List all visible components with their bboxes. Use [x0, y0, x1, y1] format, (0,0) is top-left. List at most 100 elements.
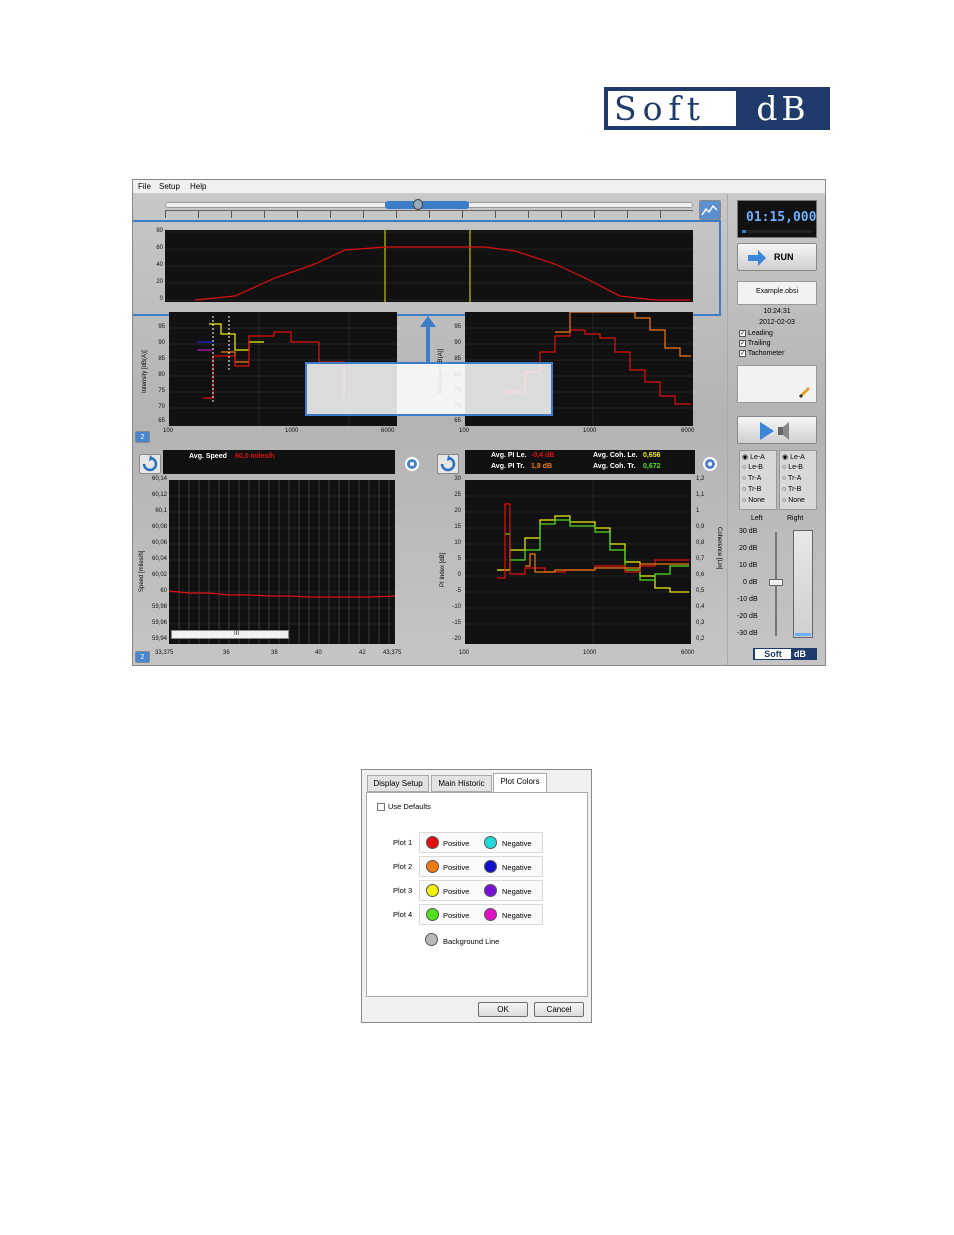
intensity-xtick: 100: [163, 428, 174, 434]
scroll-thumb[interactable]: III: [234, 631, 239, 637]
pi-ytick: -5: [455, 588, 461, 594]
tab-content-panel: Use Defaults Plot 1 Positive Negative Pl…: [366, 792, 588, 997]
right-radio-le-b[interactable]: ○ Le-B: [782, 464, 803, 471]
plot1-color-row: Positive Negative: [419, 832, 543, 853]
coh-le-label: Avg. Coh. Le.: [593, 452, 638, 459]
file-info-box: Example.obsi: [737, 281, 817, 305]
speed-ytick: 60,02: [151, 572, 167, 578]
logo-soft-text: Soft: [608, 91, 736, 126]
range-slider-selection[interactable]: [385, 201, 469, 209]
gain-tick: -20 dB: [737, 613, 758, 620]
pi-plot: [465, 480, 691, 644]
zoom-historic-button[interactable]: [699, 200, 721, 220]
radio-label: Tr-A: [748, 475, 762, 482]
left-radio-le-b[interactable]: ○ Le-B: [742, 464, 763, 471]
pi-ytick: 20: [454, 508, 461, 514]
level-meter-fill: [795, 633, 811, 636]
plot1-negative-swatch[interactable]: [484, 836, 497, 849]
plot2-negative-swatch[interactable]: [484, 860, 497, 873]
ok-button[interactable]: OK: [478, 1002, 528, 1017]
trailing-checkbox[interactable]: ✓ Trailing: [739, 340, 771, 347]
speed-reset-button[interactable]: [139, 454, 161, 474]
pi-xtick: 1000: [583, 650, 597, 656]
timeline-ruler: [165, 210, 693, 218]
radio-label: Le-B: [788, 464, 803, 471]
speed-page-button[interactable]: 2: [135, 651, 150, 663]
speed-xtick: 42: [359, 650, 366, 656]
plot3-positive-swatch[interactable]: [426, 884, 439, 897]
timer-progress: [742, 230, 746, 233]
leading-checkbox[interactable]: ✓ Leading: [739, 330, 773, 337]
plot4-label: Plot 4: [393, 910, 413, 919]
background-line-swatch[interactable]: [425, 933, 438, 946]
radio-label: None: [748, 497, 765, 504]
pi-ytick: 5: [457, 556, 461, 562]
speed-xtick: 36: [223, 650, 230, 656]
plot4-negative-swatch[interactable]: [484, 908, 497, 921]
speed-ytick: 59,98: [151, 604, 167, 610]
gain-tick: -30 dB: [737, 630, 758, 637]
plot3-color-row: Positive Negative: [419, 880, 543, 901]
use-defaults-label: Use Defaults: [388, 802, 431, 811]
cancel-button[interactable]: Cancel: [534, 1002, 584, 1017]
left-channel-label: Left: [751, 515, 763, 522]
intensity-ytick: 80: [158, 372, 165, 378]
speed-scrollbar[interactable]: III: [171, 630, 289, 639]
slider-handle-center[interactable]: [413, 199, 423, 210]
clock-date: 2012-02-03: [759, 319, 795, 326]
pressure-xtick: 1000: [583, 428, 597, 434]
pencil-icon[interactable]: [798, 385, 812, 399]
callout-arrow-shaft: [426, 326, 430, 362]
gain-slider-handle[interactable]: [769, 579, 783, 586]
speed-xtick: 33,375: [155, 650, 174, 656]
plot4-positive-swatch[interactable]: [426, 908, 439, 921]
tachometer-checkbox[interactable]: ✓ Tachometer: [739, 350, 784, 357]
pi-ytick: 25: [454, 492, 461, 498]
plot2-positive-swatch[interactable]: [426, 860, 439, 873]
pi-y2tick: 0,4: [696, 604, 705, 610]
pi-ytick: 15: [454, 524, 461, 530]
use-defaults-checkbox[interactable]: [377, 803, 385, 811]
pi-y2-axis: 1,2 1,1 1 0,9 0,8 0,7 0,6 0,5 0,4 0,3 0,…: [694, 476, 716, 646]
pi-tr-label: Avg. PI Tr.: [491, 463, 525, 470]
right-radio-tr-a[interactable]: ○ Tr-A: [782, 475, 801, 482]
intensity-ytick: 65: [158, 418, 165, 424]
left-radio-tr-a[interactable]: ○ Tr-A: [742, 475, 761, 482]
tab-plot-colors[interactable]: Plot Colors: [493, 773, 547, 793]
pressure-leading-line: [555, 311, 691, 357]
right-radio-le-a[interactable]: ◉ Le-A: [782, 453, 805, 461]
notes-box[interactable]: [737, 365, 817, 403]
menu-help[interactable]: Help: [190, 182, 206, 191]
pi-settings-button[interactable]: [699, 454, 721, 474]
plot1-positive-swatch[interactable]: [426, 836, 439, 849]
run-button[interactable]: RUN: [737, 243, 817, 271]
menu-setup[interactable]: Setup: [159, 182, 180, 191]
speed-ytick: 60,04: [151, 556, 167, 562]
left-radio-tr-b[interactable]: ○ Tr-B: [742, 486, 761, 493]
speed-settings-button[interactable]: [401, 454, 423, 474]
play-audio-button[interactable]: [737, 416, 817, 444]
pi-y2tick: 1,2: [696, 476, 705, 482]
right-radio-none[interactable]: ○ None: [782, 497, 805, 504]
plot3-negative-swatch[interactable]: [484, 884, 497, 897]
pi-reset-button[interactable]: [437, 454, 459, 474]
menu-file[interactable]: File: [138, 182, 151, 191]
pi-ytick: -15: [452, 620, 461, 626]
tab-main-historic[interactable]: Main Historic: [431, 775, 492, 792]
intensity-xtick: 1000: [285, 428, 299, 434]
coh-le-value: 0,656: [643, 452, 661, 459]
pressure-ytick: 65: [454, 418, 461, 424]
pi-plot-svg: [465, 480, 691, 644]
pi-ytick: -20: [452, 636, 461, 642]
right-radio-tr-b[interactable]: ○ Tr-B: [782, 486, 801, 493]
left-radio-le-a[interactable]: ◉ Le-A: [742, 453, 765, 461]
trailing-label: Trailing: [747, 340, 771, 347]
intensity-page-button[interactable]: 2: [135, 431, 150, 443]
menu-bar: File Setup Help: [133, 180, 825, 194]
tab-display-setup[interactable]: Display Setup: [367, 775, 429, 792]
left-radio-none[interactable]: ○ None: [742, 497, 765, 504]
pi-y-axis: 30 25 20 15 10 5 0 -5 -10 -15 -20: [441, 476, 463, 646]
pi-x-axis: 100 1000 6000: [459, 650, 699, 658]
pi-y2tick: 0,3: [696, 620, 705, 626]
pi-ytick: -10: [452, 604, 461, 610]
